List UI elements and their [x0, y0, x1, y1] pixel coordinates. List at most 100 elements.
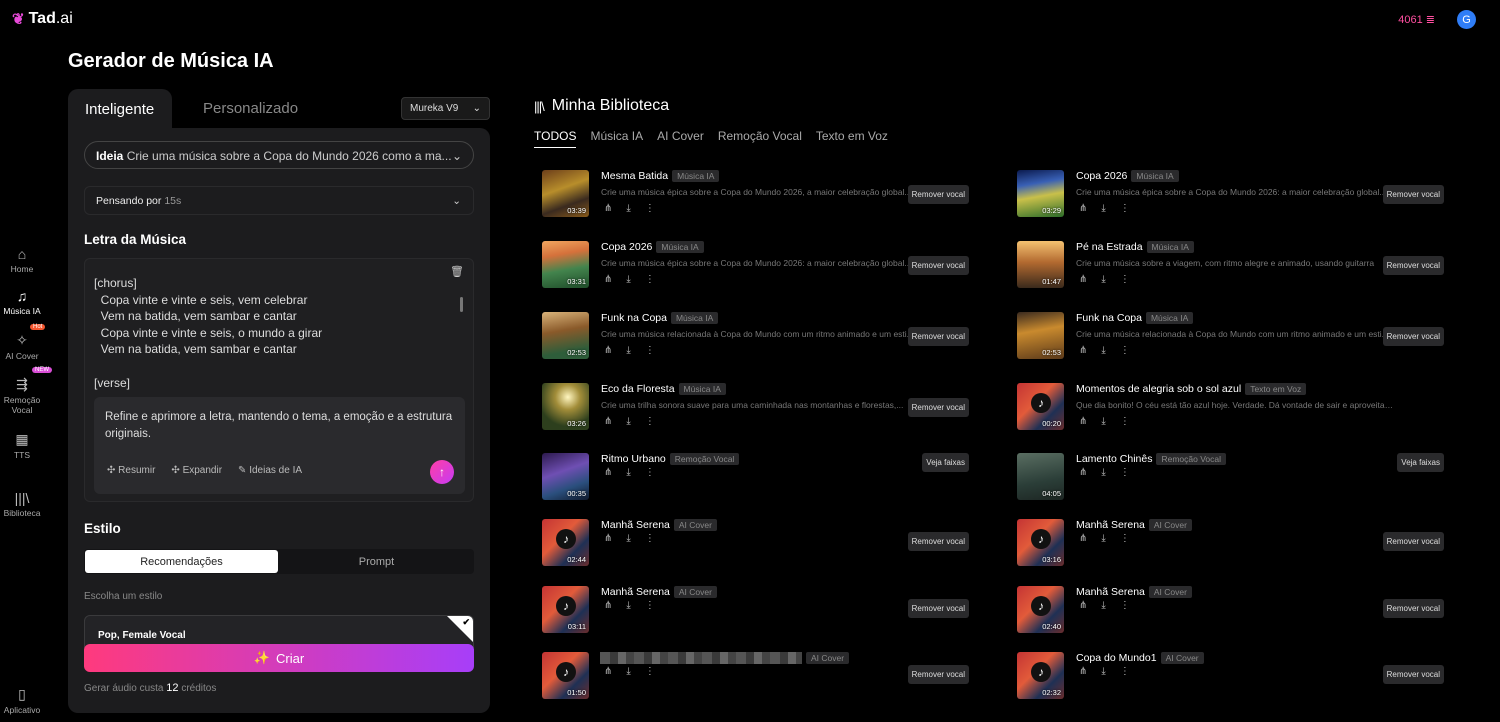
more-icon[interactable]: ⋮: [1120, 600, 1130, 611]
download-icon[interactable]: ⤓: [626, 666, 630, 677]
song-title[interactable]: Ritmo Urbano Remoção Vocal: [601, 453, 740, 465]
remove-vocal-button[interactable]: Remover vocal: [1382, 532, 1444, 551]
credits-balance[interactable]: 4061 ≣: [1398, 13, 1435, 26]
song-item[interactable]: 00:35 Ritmo Urbano Remoção Vocal ⋔ ⤓ ⋮ Veja fa…: [534, 453, 969, 513]
song-item[interactable]: 03:39 Mesma Batida Música IA Crie uma músic…: [534, 170, 969, 230]
download-icon[interactable]: ⤓: [626, 416, 630, 427]
share-icon[interactable]: ⋔: [1079, 666, 1087, 677]
more-icon[interactable]: ⋮: [645, 533, 655, 544]
more-icon[interactable]: ⋮: [1120, 467, 1130, 478]
song-title[interactable]: Momentos de alegria sob o sol azul Texto …: [1076, 383, 1307, 395]
download-icon[interactable]: ⤓: [626, 600, 630, 611]
song-item[interactable]: ♪ 03:11 Manhã Serena AI Cover ⋔ ⤓ ⋮ Remover voc…: [534, 586, 969, 646]
model-select[interactable]: Mureka V9 ⌄: [401, 97, 490, 120]
filter-todos[interactable]: TODOS: [534, 129, 577, 148]
song-title[interactable]: Funk na Copa Música IA: [1076, 312, 1194, 324]
filter-remocao-vocal[interactable]: Remoção Vocal: [718, 129, 802, 148]
download-icon[interactable]: ⤓: [626, 467, 630, 478]
view-tracks-button[interactable]: Veja faixas: [1397, 453, 1444, 472]
song-thumbnail[interactable]: 03:39: [542, 170, 589, 217]
more-icon[interactable]: ⋮: [1120, 666, 1130, 677]
sidebar-item-2[interactable]: ✧ AI Cover Hot: [0, 324, 46, 361]
song-title[interactable]: Manhã Serena AI Cover: [1076, 519, 1192, 531]
download-icon[interactable]: ⤓: [1101, 203, 1105, 214]
remove-vocal-button[interactable]: Remover vocal: [907, 327, 969, 346]
share-icon[interactable]: ⋔: [604, 666, 612, 677]
song-item[interactable]: ♪ 01:50 AI Cover ⋔ ⤓ ⋮ Remover vocal: [534, 652, 969, 712]
song-title[interactable]: Manhã Serena AI Cover: [1076, 586, 1192, 598]
download-icon[interactable]: ⤓: [1101, 467, 1105, 478]
tab-inteligente[interactable]: Inteligente: [68, 89, 172, 129]
song-item[interactable]: 04:05 Lamento Chinês Remoção Vocal ⋔ ⤓ ⋮ Veja …: [1009, 453, 1444, 513]
share-icon[interactable]: ⋔: [1079, 467, 1087, 478]
more-icon[interactable]: ⋮: [645, 203, 655, 214]
more-icon[interactable]: ⋮: [645, 666, 655, 677]
song-thumbnail[interactable]: 03:26: [542, 383, 589, 430]
more-icon[interactable]: ⋮: [1120, 345, 1130, 356]
song-thumbnail[interactable]: ♪ 02:32: [1017, 652, 1064, 699]
song-title[interactable]: Lamento Chinês Remoção Vocal: [1076, 453, 1227, 465]
more-icon[interactable]: ⋮: [645, 416, 655, 427]
share-icon[interactable]: ⋔: [1079, 533, 1087, 544]
song-title[interactable]: Copa 2026 Música IA: [1076, 170, 1179, 182]
share-icon[interactable]: ⋔: [1079, 416, 1087, 427]
trash-icon[interactable]: 🗑: [450, 265, 464, 278]
song-title[interactable]: AI Cover: [600, 652, 850, 665]
tab-personalizado[interactable]: Personalizado: [203, 100, 298, 117]
song-thumbnail[interactable]: ♪ 00:20: [1017, 383, 1064, 430]
song-thumbnail[interactable]: 00:35: [542, 453, 589, 500]
more-icon[interactable]: ⋮: [645, 600, 655, 611]
song-item[interactable]: 03:26 Eco da Floresta Música IA Crie uma tr…: [534, 383, 969, 443]
song-title[interactable]: Funk na Copa Música IA: [601, 312, 719, 324]
scrollbar[interactable]: [460, 297, 463, 312]
song-thumbnail[interactable]: 02:53: [542, 312, 589, 359]
remove-vocal-button[interactable]: Remover vocal: [1382, 327, 1444, 346]
remove-vocal-button[interactable]: Remover vocal: [1382, 599, 1444, 618]
avatar[interactable]: G: [1457, 10, 1476, 29]
song-thumbnail[interactable]: 01:47: [1017, 241, 1064, 288]
song-title[interactable]: Copa do Mundo1 AI Cover: [1076, 652, 1204, 664]
remove-vocal-button[interactable]: Remover vocal: [907, 532, 969, 551]
share-icon[interactable]: ⋔: [1079, 600, 1087, 611]
download-icon[interactable]: ⤓: [1101, 345, 1105, 356]
download-icon[interactable]: ⤓: [1101, 666, 1105, 677]
song-item[interactable]: 02:53 Funk na Copa Música IA Crie uma músic…: [1009, 312, 1444, 372]
summarize-button[interactable]: ✣ Resumir: [107, 465, 155, 476]
remove-vocal-button[interactable]: Remover vocal: [907, 256, 969, 275]
share-icon[interactable]: ⋔: [1079, 345, 1087, 356]
song-thumbnail[interactable]: ♪ 02:40: [1017, 586, 1064, 633]
share-icon[interactable]: ⋔: [604, 274, 612, 285]
tab-recomendacoes[interactable]: Recomendações: [85, 550, 278, 573]
share-icon[interactable]: ⋔: [1079, 274, 1087, 285]
share-icon[interactable]: ⋔: [604, 600, 612, 611]
song-thumbnail[interactable]: 04:05: [1017, 453, 1064, 500]
remove-vocal-button[interactable]: Remover vocal: [1382, 185, 1444, 204]
ai-ideas-button[interactable]: ✎ Ideias de IA: [238, 465, 302, 476]
song-item[interactable]: ♪ 02:40 Manhã Serena AI Cover ⋔ ⤓ ⋮ Remover voc…: [1009, 586, 1444, 646]
sidebar-item-3[interactable]: ⇶ Remoção Vocal NEW: [0, 367, 52, 415]
filter-ai-cover[interactable]: AI Cover: [657, 129, 704, 148]
logo[interactable]: ❦ Tad.ai: [12, 10, 73, 28]
more-icon[interactable]: ⋮: [1120, 416, 1130, 427]
share-icon[interactable]: ⋔: [604, 416, 612, 427]
song-title[interactable]: Manhã Serena AI Cover: [601, 519, 717, 531]
thinking-toggle[interactable]: Pensando por 15s ⌄: [84, 186, 474, 215]
download-icon[interactable]: ⤓: [1101, 274, 1105, 285]
song-thumbnail[interactable]: ♪ 03:16: [1017, 519, 1064, 566]
song-item[interactable]: 03:31 Copa 2026 Música IA Crie uma música é…: [534, 241, 969, 301]
song-thumbnail[interactable]: ♪ 03:11: [542, 586, 589, 633]
send-button[interactable]: ↑: [430, 460, 454, 484]
more-icon[interactable]: ⋮: [1120, 203, 1130, 214]
remove-vocal-button[interactable]: Remover vocal: [907, 185, 969, 204]
download-icon[interactable]: ⤓: [1101, 416, 1105, 427]
remove-vocal-button[interactable]: Remover vocal: [907, 665, 969, 684]
song-thumbnail[interactable]: ♪ 01:50: [542, 652, 589, 699]
lyrics-text[interactable]: [chorus] Copa vinte e vinte e seis, vem …: [94, 275, 322, 391]
song-item[interactable]: ♪ 02:44 Manhã Serena AI Cover ⋔ ⤓ ⋮ Remover voc…: [534, 519, 969, 579]
song-title[interactable]: Eco da Floresta Música IA: [601, 383, 726, 395]
song-item[interactable]: 01:47 Pé na Estrada Música IA Crie uma músi…: [1009, 241, 1444, 301]
view-tracks-button[interactable]: Veja faixas: [922, 453, 969, 472]
song-item[interactable]: ♪ 02:32 Copa do Mundo1 AI Cover ⋔ ⤓ ⋮ Remover v…: [1009, 652, 1444, 712]
more-icon[interactable]: ⋮: [645, 467, 655, 478]
filter-texto-em-voz[interactable]: Texto em Voz: [816, 129, 888, 148]
